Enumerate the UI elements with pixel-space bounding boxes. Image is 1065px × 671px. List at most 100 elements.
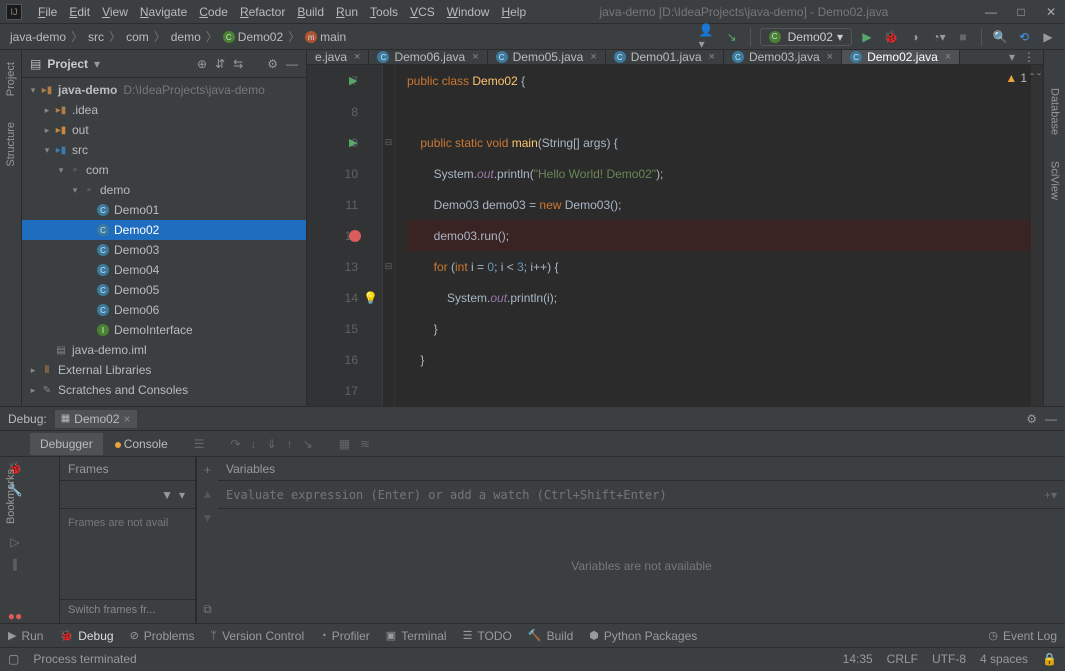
tools-icon[interactable]: ▢	[8, 652, 19, 666]
editor-tab[interactable]: CDemo03.java×	[724, 50, 842, 65]
menu-window[interactable]: Window	[441, 5, 496, 19]
search-icon[interactable]: 🔍	[991, 28, 1009, 46]
maximize-button[interactable]: □	[1013, 5, 1029, 19]
watch-input[interactable]	[226, 488, 1036, 502]
editor-tab[interactable]: CDemo05.java×	[488, 50, 606, 65]
gutter-line[interactable]: 15	[307, 313, 382, 344]
tree-row[interactable]: CDemo02	[22, 220, 306, 240]
step-over-icon[interactable]: ↷	[231, 437, 241, 451]
gutter-line[interactable]: 17	[307, 375, 382, 406]
gear-icon[interactable]: ⚙	[267, 57, 278, 71]
hide-panel-icon[interactable]: —	[1045, 412, 1057, 426]
filter-icon[interactable]: ▼	[161, 488, 173, 502]
close-icon[interactable]: ×	[709, 51, 715, 63]
run-icon[interactable]: ▶	[858, 28, 876, 46]
project-tree[interactable]: ▾▸▮java-demoD:\IdeaProjects\java-demo▸▸▮…	[22, 78, 306, 406]
breadcrumb[interactable]: demo	[169, 30, 203, 44]
gear-icon[interactable]: ⚙	[1026, 412, 1037, 426]
gutter[interactable]: 7▶89▶1011121314💡151617	[307, 65, 383, 406]
fold-handle[interactable]	[383, 158, 394, 189]
fold-handle[interactable]	[383, 220, 394, 251]
tree-row[interactable]: ▸⫴External Libraries	[22, 360, 306, 380]
editor-tab[interactable]: CDemo02.java×	[842, 50, 960, 65]
tree-row[interactable]: ▸▸▮.idea	[22, 100, 306, 120]
bookmarks-tool-tab[interactable]: Bookmarks	[3, 463, 19, 530]
breadcrumb[interactable]: mmain	[303, 30, 348, 44]
editor-tab[interactable]: CDemo01.java×	[606, 50, 724, 65]
stop-icon[interactable]: ■	[954, 28, 972, 46]
run-gutter-icon[interactable]: ▶	[349, 74, 357, 87]
breakpoint-icon[interactable]	[349, 230, 361, 242]
tree-row[interactable]: ▤java-demo.iml	[22, 340, 306, 360]
evaluate-icon[interactable]: ▦	[339, 437, 350, 451]
fold-handle[interactable]: ⊟	[383, 251, 394, 282]
add-icon[interactable]: +	[204, 463, 211, 477]
breadcrumb[interactable]: CDemo02	[221, 30, 285, 44]
menu-edit[interactable]: Edit	[63, 5, 96, 19]
close-icon[interactable]: ×	[472, 51, 478, 63]
force-step-icon[interactable]: ⇓	[267, 437, 277, 451]
menu-build[interactable]: Build	[291, 5, 330, 19]
menu-refactor[interactable]: Refactor	[234, 5, 291, 19]
gutter-line[interactable]: 14💡	[307, 282, 382, 313]
vcs-tool-button[interactable]: ᛘVersion Control	[210, 629, 304, 643]
add-watch-icon[interactable]: +▾	[1044, 488, 1057, 502]
tree-row[interactable]: ▾▫demo	[22, 180, 306, 200]
status-indent[interactable]: 4 spaces	[980, 652, 1028, 666]
code-line[interactable]: System.out.println(i);	[407, 282, 1031, 313]
todo-tool-button[interactable]: ☰TODO	[463, 629, 512, 643]
status-time[interactable]: 14:35	[843, 652, 873, 666]
chevron-down-icon[interactable]: ▾	[179, 488, 185, 502]
close-icon[interactable]: ×	[827, 51, 833, 63]
breadcrumb[interactable]: java-demo	[8, 30, 68, 44]
menu-help[interactable]: Help	[495, 5, 532, 19]
fold-handle[interactable]	[383, 189, 394, 220]
code-line[interactable]: System.out.println("Hello World! Demo02"…	[407, 158, 1031, 189]
chevron-down-icon[interactable]: ▾	[1009, 50, 1015, 64]
error-stripe[interactable]: ▲ 1 ˆ ˇ	[1031, 65, 1043, 406]
ide-icon[interactable]: ▶	[1039, 28, 1057, 46]
menu-vcs[interactable]: VCS	[404, 5, 441, 19]
menu-view[interactable]: View	[96, 5, 134, 19]
run-tool-button[interactable]: ▶Run	[8, 629, 43, 643]
code-content[interactable]: public class Demo02 { public static void…	[395, 65, 1031, 406]
add-config-icon[interactable]: 👤▾	[699, 28, 717, 46]
code-line[interactable]	[407, 96, 1031, 127]
pypkg-tool-button[interactable]: ⬢Python Packages	[589, 629, 697, 643]
debug-icon[interactable]: 🐞	[882, 28, 900, 46]
fold-handle[interactable]	[383, 344, 394, 375]
gutter-line[interactable]: 8	[307, 96, 382, 127]
profiler-tool-button[interactable]: ◔Profiler	[320, 629, 370, 643]
gutter-line[interactable]: 10	[307, 158, 382, 189]
hide-panel-icon[interactable]: —	[286, 57, 298, 71]
problems-tool-button[interactable]: ⊘Problems	[130, 629, 195, 643]
expand-icon[interactable]: ⇵	[215, 57, 225, 71]
fold-handle[interactable]	[383, 282, 394, 313]
bulb-icon[interactable]: 💡	[363, 291, 378, 305]
run-gutter-icon[interactable]: ▶	[349, 136, 357, 149]
down-icon[interactable]: ▼	[202, 511, 214, 525]
close-icon[interactable]: ×	[354, 51, 360, 63]
code-line[interactable]: }	[407, 313, 1031, 344]
gutter-line[interactable]: 16	[307, 344, 382, 375]
menu-tools[interactable]: Tools	[364, 5, 404, 19]
menu-run[interactable]: Run	[330, 5, 364, 19]
gutter-line[interactable]: 9▶	[307, 127, 382, 158]
code-line[interactable]: public class Demo02 {	[407, 65, 1031, 96]
step-out-icon[interactable]: ↑	[287, 437, 293, 451]
gutter-line[interactable]: 7▶	[307, 65, 382, 96]
editor-tab[interactable]: e.java×	[307, 50, 369, 65]
build-tool-button[interactable]: 🔨Build	[528, 629, 573, 643]
breadcrumb[interactable]: com	[124, 30, 151, 44]
hammer-icon[interactable]: ↘	[723, 28, 741, 46]
menu-navigate[interactable]: Navigate	[134, 5, 193, 19]
close-icon[interactable]: ×	[124, 412, 131, 426]
tree-row[interactable]: ▾▸▮src	[22, 140, 306, 160]
status-encoding[interactable]: UTF-8	[932, 652, 966, 666]
copy-icon[interactable]: ⧉	[203, 602, 212, 617]
console-tab[interactable]: Console	[105, 433, 178, 455]
lock-icon[interactable]: 🔒	[1042, 652, 1057, 666]
terminal-tool-button[interactable]: ▣Terminal	[386, 629, 447, 643]
menu-file[interactable]: File	[32, 5, 63, 19]
structure-tool-tab[interactable]: Structure	[3, 114, 19, 175]
